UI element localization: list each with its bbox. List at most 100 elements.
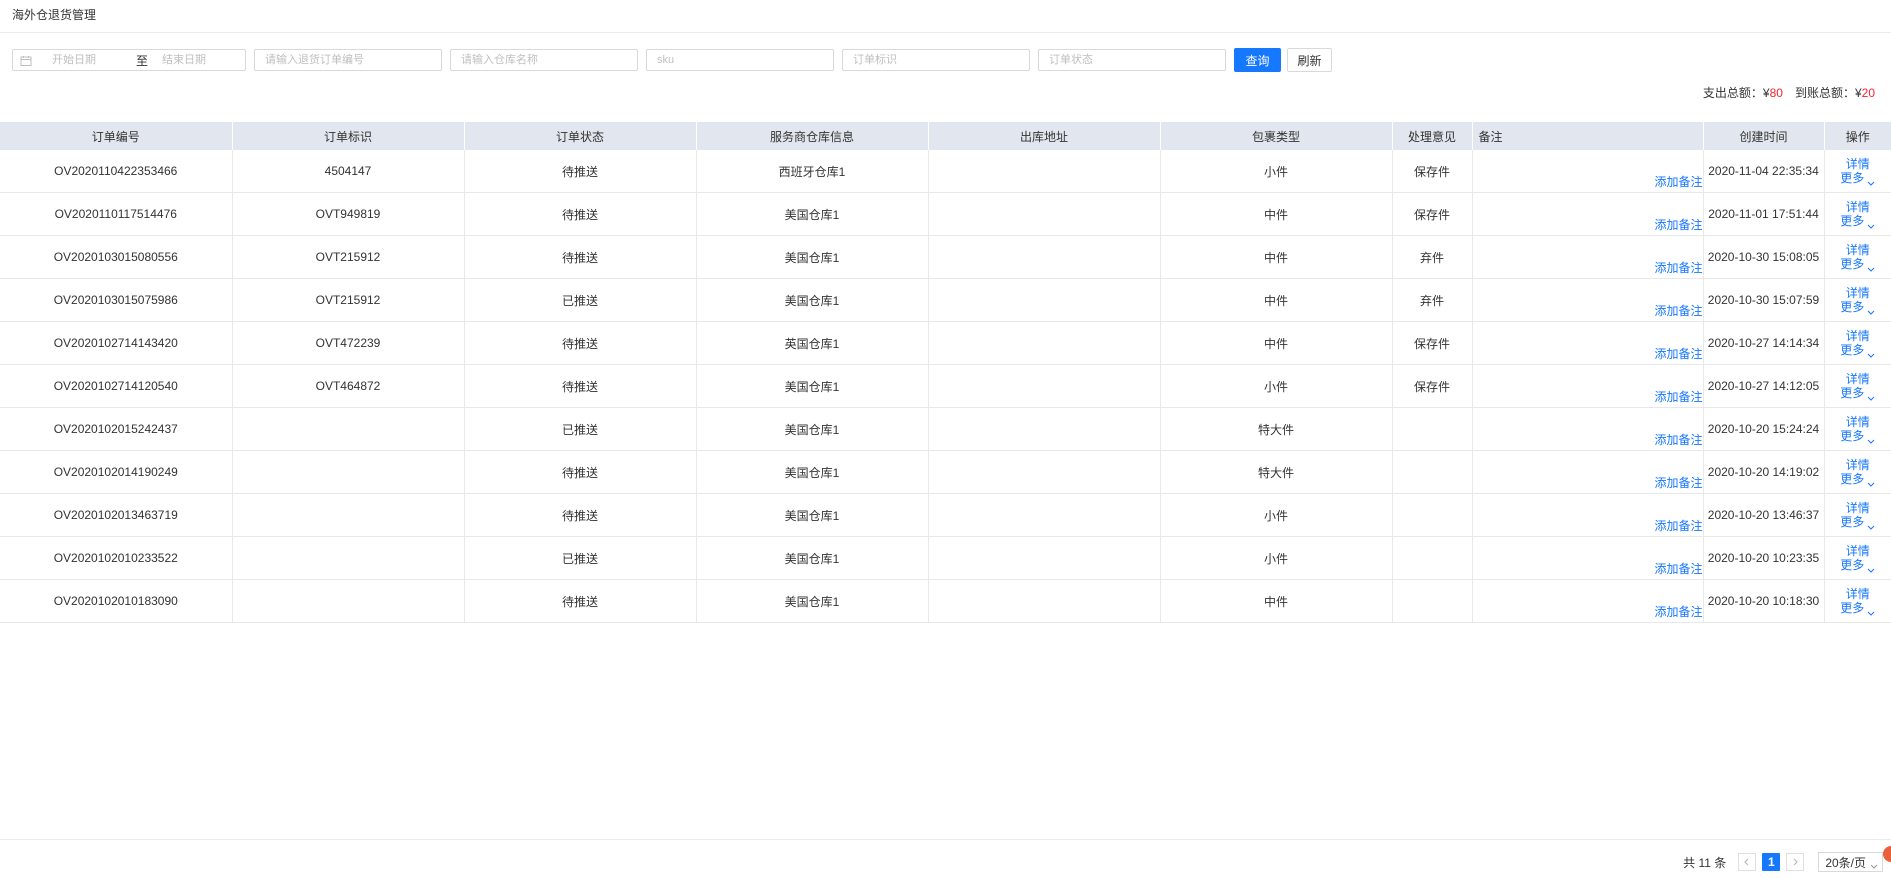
refresh-button[interactable]: 刷新: [1287, 48, 1332, 72]
query-button[interactable]: 查询: [1234, 48, 1281, 72]
add-remark-link[interactable]: 添加备注: [1654, 517, 1702, 534]
add-remark-link[interactable]: 添加备注: [1654, 603, 1702, 620]
cell-warehouse[interactable]: 美国仓库1: [696, 192, 929, 236]
add-remark-link[interactable]: 添加备注: [1654, 173, 1702, 190]
cell-warehouse[interactable]: 美国仓库1: [696, 579, 929, 623]
more-dropdown[interactable]: 更多: [1825, 429, 1891, 444]
more-dropdown[interactable]: 更多: [1825, 601, 1891, 616]
more-dropdown[interactable]: 更多: [1825, 300, 1891, 315]
cell-warehouse[interactable]: 西班牙仓库1: [696, 150, 929, 193]
cell-address: [928, 536, 1161, 580]
return-order-no-input[interactable]: [254, 49, 442, 71]
detail-link[interactable]: 详情: [1825, 415, 1891, 429]
add-remark-link[interactable]: 添加备注: [1654, 302, 1702, 319]
detail-link[interactable]: 详情: [1825, 587, 1891, 601]
cell-opinion: [1392, 536, 1473, 580]
cell-warehouse[interactable]: 美国仓库1: [696, 536, 929, 580]
add-remark-link[interactable]: 添加备注: [1654, 431, 1702, 448]
table-row: OV2020102013463719 待推送 美国仓库1 小件 添加备注 2020-10-…: [0, 493, 1891, 537]
cell-warehouse[interactable]: 美国仓库1: [696, 235, 929, 279]
page-size-select[interactable]: 20条/页: [1818, 852, 1883, 872]
cell-package-type: 中件: [1160, 192, 1393, 236]
add-remark-link[interactable]: 添加备注: [1654, 560, 1702, 577]
table-row: OV2020102714143420 OVT472239 待推送 英国仓库1 中件 保存件…: [0, 321, 1891, 365]
received-total-label: 到账总额：¥: [1794, 86, 1862, 100]
detail-link[interactable]: 详情: [1825, 501, 1891, 515]
more-dropdown[interactable]: 更多: [1825, 343, 1891, 358]
cell-created-time: 2020-10-20 10:23:35: [1703, 536, 1825, 580]
detail-link[interactable]: 详情: [1825, 458, 1891, 472]
sku-input[interactable]: [646, 49, 834, 71]
cell-actions: 详情 更多: [1824, 321, 1891, 365]
cell-remark: 添加备注: [1472, 450, 1704, 494]
more-dropdown[interactable]: 更多: [1825, 257, 1891, 272]
add-remark-link[interactable]: 添加备注: [1654, 388, 1702, 405]
cell-order-status: 待推送: [464, 450, 697, 494]
order-status-input[interactable]: [1038, 49, 1226, 71]
more-dropdown[interactable]: 更多: [1825, 214, 1891, 229]
detail-link[interactable]: 详情: [1825, 544, 1891, 558]
cell-order-no: OV2020103015075986: [0, 278, 233, 322]
end-date-input[interactable]: [150, 54, 245, 66]
cell-actions: 详情 更多: [1824, 235, 1891, 279]
more-dropdown[interactable]: 更多: [1825, 171, 1891, 186]
more-label: 更多: [1840, 515, 1865, 529]
add-remark-link[interactable]: 添加备注: [1654, 345, 1702, 362]
cell-package-type: 小件: [1160, 493, 1393, 537]
more-label: 更多: [1840, 472, 1865, 486]
start-date-input[interactable]: [40, 54, 134, 66]
more-label: 更多: [1840, 214, 1865, 228]
chevron-right-icon[interactable]: [1786, 853, 1805, 871]
cell-opinion: [1392, 450, 1473, 494]
cell-opinion: [1392, 493, 1473, 537]
cell-package-type: 小件: [1160, 536, 1393, 580]
detail-link[interactable]: 详情: [1825, 157, 1891, 171]
chevron-down-icon: [1867, 434, 1875, 444]
more-dropdown[interactable]: 更多: [1825, 386, 1891, 401]
cell-warehouse[interactable]: 美国仓库1: [696, 407, 929, 451]
add-remark-link[interactable]: 添加备注: [1654, 216, 1702, 233]
cell-remark: 添加备注: [1472, 235, 1704, 279]
cell-actions: 详情 更多: [1824, 579, 1891, 623]
floating-help-badge[interactable]: [1883, 846, 1891, 862]
cell-warehouse[interactable]: 美国仓库1: [696, 364, 929, 408]
more-label: 更多: [1840, 429, 1865, 443]
cell-order-status: 待推送: [464, 235, 697, 279]
date-range-picker[interactable]: 至: [12, 49, 246, 71]
chevron-left-icon[interactable]: [1738, 853, 1757, 871]
expense-total-value: 80: [1769, 86, 1783, 100]
cell-remark: 添加备注: [1472, 150, 1704, 193]
cell-actions: 详情 更多: [1824, 536, 1891, 580]
cell-address: [928, 579, 1161, 623]
more-dropdown[interactable]: 更多: [1825, 558, 1891, 573]
cell-warehouse[interactable]: 英国仓库1: [696, 321, 929, 365]
cell-order-no: OV2020110422353466: [0, 150, 233, 193]
add-remark-link[interactable]: 添加备注: [1654, 474, 1702, 491]
cell-order-mark: [232, 407, 465, 451]
cell-warehouse[interactable]: 美国仓库1: [696, 278, 929, 322]
cell-opinion: 弃件: [1392, 278, 1473, 322]
more-dropdown[interactable]: 更多: [1825, 472, 1891, 487]
cell-actions: 详情 更多: [1824, 192, 1891, 236]
add-remark-link[interactable]: 添加备注: [1654, 259, 1702, 276]
cell-order-mark: 4504147: [232, 150, 465, 193]
warehouse-name-input[interactable]: [450, 49, 638, 71]
more-label: 更多: [1840, 257, 1865, 271]
order-mark-input[interactable]: [842, 49, 1030, 71]
detail-link[interactable]: 详情: [1825, 372, 1891, 386]
detail-link[interactable]: 详情: [1825, 329, 1891, 343]
detail-link[interactable]: 详情: [1825, 286, 1891, 300]
cell-warehouse[interactable]: 美国仓库1: [696, 450, 929, 494]
cell-order-no: OV2020102014190249: [0, 450, 233, 494]
cell-package-type: 中件: [1160, 579, 1393, 623]
table-body: OV2020110422353466 4504147 待推送 西班牙仓库1 小件 保存件添…: [0, 150, 1891, 623]
page-number-current[interactable]: 1: [1762, 853, 1781, 871]
pagination-total: 共 11 条: [1683, 855, 1727, 870]
col-header-opinion: 处理意见: [1392, 122, 1473, 150]
more-dropdown[interactable]: 更多: [1825, 515, 1891, 530]
col-header-order-mark: 订单标识: [232, 122, 465, 150]
detail-link[interactable]: 详情: [1825, 243, 1891, 257]
cell-address: [928, 150, 1161, 193]
cell-warehouse[interactable]: 美国仓库1: [696, 493, 929, 537]
detail-link[interactable]: 详情: [1825, 200, 1891, 214]
